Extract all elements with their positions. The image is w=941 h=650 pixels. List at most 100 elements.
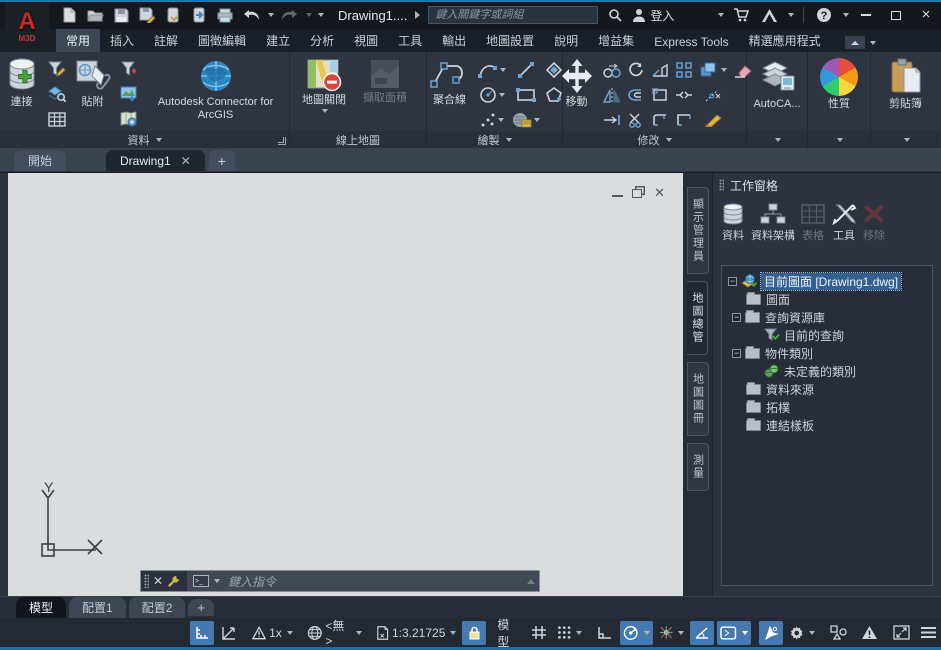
offset-tool[interactable] xyxy=(625,83,647,107)
snap-edit-tool[interactable] xyxy=(697,83,729,107)
ribbon-tab-tools[interactable]: 工具 xyxy=(388,29,432,52)
rectangle-tool[interactable] xyxy=(510,83,542,107)
filter-edit-icon[interactable] xyxy=(45,58,69,80)
object-snap-tracking-control[interactable] xyxy=(656,621,687,645)
save-button[interactable] xyxy=(110,5,132,25)
panel-label-draw[interactable]: 繪製 xyxy=(427,132,562,148)
customization-gear-control[interactable] xyxy=(786,621,818,645)
move-button[interactable]: 移動 xyxy=(555,56,599,111)
connect-button[interactable]: 連接 xyxy=(1,56,43,111)
minimize-button[interactable] xyxy=(851,3,881,27)
side-tab-map-book[interactable]: 地圖圖冊 xyxy=(687,362,709,436)
copy-tool[interactable] xyxy=(601,58,623,82)
open-from-web-mobile-button[interactable] xyxy=(188,5,210,25)
ribbon-minimize-dropdown-icon[interactable] xyxy=(870,41,876,45)
layout-space-toggle[interactable] xyxy=(217,621,241,645)
point-tool[interactable] xyxy=(476,108,508,132)
tree-item-object-classes[interactable]: − 物件類別 xyxy=(732,344,930,362)
line-tool[interactable] xyxy=(510,58,542,82)
tree-item-query-library[interactable]: − 查詢資源庫 xyxy=(732,308,930,326)
filter-style-icon[interactable] xyxy=(117,58,141,80)
join-tool[interactable] xyxy=(673,83,695,107)
query-zoom-icon[interactable] xyxy=(45,83,69,105)
sign-in-button[interactable]: 登入 xyxy=(632,7,674,24)
arcgis-connector-button[interactable]: Autodesk Connector for ArcGIS xyxy=(143,56,289,124)
ribbon-tab-analyze[interactable]: 分析 xyxy=(300,29,344,52)
panel-label-autocad[interactable] xyxy=(747,131,807,148)
image-insert-icon[interactable] xyxy=(117,83,141,105)
tree-item-current-query[interactable]: 目前的查詢 xyxy=(764,326,930,344)
ribbon-tab-view[interactable]: 視圖 xyxy=(344,29,388,52)
ortho-mode-toggle[interactable] xyxy=(593,621,617,645)
new-layout-button[interactable]: + xyxy=(188,599,214,616)
customize-wrench-icon[interactable] xyxy=(167,575,180,588)
mirror-tool[interactable] xyxy=(601,83,623,107)
panel-launcher-icon[interactable] xyxy=(278,137,286,145)
clipboard-button[interactable]: 剪貼簿 xyxy=(884,56,928,113)
ribbon-tab-addins[interactable]: 增益集 xyxy=(588,29,644,52)
model-paper-toggle[interactable]: 模型 xyxy=(494,621,524,645)
collapse-icon[interactable]: − xyxy=(732,349,741,358)
polyline-button[interactable]: 聚合線 xyxy=(426,56,474,109)
status-bar-menu-button[interactable] xyxy=(917,621,941,645)
annotation-scale-control[interactable]: 1x xyxy=(249,621,296,645)
fillet-tool-2[interactable] xyxy=(673,108,695,132)
fillet-tool-1[interactable] xyxy=(649,108,671,132)
open-file-button[interactable] xyxy=(84,5,106,25)
coordinate-system-control[interactable]: <無> xyxy=(304,621,365,645)
command-line-grip[interactable]: ✕ xyxy=(141,571,187,591)
selection-cycling-toggle[interactable] xyxy=(759,621,783,645)
viewport-close-icon[interactable]: ✕ xyxy=(654,185,665,201)
close-tab-icon[interactable]: ✕ xyxy=(181,154,191,168)
side-tab-map-explorer[interactable]: 地圖總管 xyxy=(687,281,708,355)
viewport-scale-control[interactable]: 1:3.21725 xyxy=(373,621,460,645)
copy-nested-tool[interactable] xyxy=(697,58,729,82)
polar-tracking-control[interactable] xyxy=(620,621,652,645)
app-store-cart-icon[interactable] xyxy=(730,5,752,25)
tree-item-link-templates[interactable]: 連結樣板 xyxy=(746,416,930,434)
search-icon[interactable] xyxy=(604,5,626,25)
new-drawing-tab-button[interactable]: + xyxy=(209,150,235,171)
ribbon-tab-create[interactable]: 建立 xyxy=(256,29,300,52)
help-dropdown-icon[interactable] xyxy=(843,13,849,17)
close-button[interactable]: × xyxy=(911,3,941,27)
viewport-restore-icon[interactable] xyxy=(632,189,642,198)
autocad-layers-button[interactable]: AutoCA... xyxy=(749,56,804,113)
ribbon-tab-express-tools[interactable]: Express Tools xyxy=(644,32,738,52)
drawing-canvas[interactable]: ✕ Y X ✕ xyxy=(8,173,683,596)
plot-button[interactable] xyxy=(214,5,236,25)
undo-button[interactable] xyxy=(240,5,262,25)
ribbon-tab-help[interactable]: 說明 xyxy=(544,29,588,52)
extend-tool[interactable] xyxy=(601,108,623,132)
help-icon[interactable]: ? xyxy=(813,5,835,25)
layout-tab-layout2[interactable]: 配置2 xyxy=(129,597,186,618)
map-import-icon[interactable] xyxy=(117,108,141,130)
rotate-tool[interactable] xyxy=(625,58,647,82)
ribbon-tab-output[interactable]: 輸出 xyxy=(432,29,476,52)
layout-tab-model[interactable]: 模型 xyxy=(16,597,66,618)
help-search-input[interactable] xyxy=(428,6,598,24)
object-snap-toggle[interactable] xyxy=(690,621,714,645)
panel-label-properties[interactable] xyxy=(808,131,870,148)
panel-label-clipboard[interactable] xyxy=(871,131,940,148)
collapse-icon[interactable]: − xyxy=(728,277,737,286)
tp-data-button[interactable]: 資料 xyxy=(721,203,745,243)
table-icon[interactable] xyxy=(45,108,69,130)
side-tab-display-manager[interactable]: 顯示管理員 xyxy=(687,187,709,274)
tree-item-current-drawing[interactable]: − 目前圖面 [Drawing1.dwg] xyxy=(728,272,930,290)
tp-schema-button[interactable]: 資料架構 xyxy=(751,203,795,243)
command-close-icon[interactable]: ✕ xyxy=(153,574,163,588)
maximize-button[interactable] xyxy=(881,3,911,27)
panel-label-online-map[interactable]: 線上地圖 xyxy=(290,131,426,148)
app-menu-button[interactable]: A M3D xyxy=(5,3,49,49)
model-space-toggle[interactable] xyxy=(190,621,214,645)
command-line[interactable]: ✕ >_ 鍵入指令 xyxy=(140,570,540,592)
viewport-minimize-icon[interactable] xyxy=(612,195,623,197)
tp-tools-button[interactable]: 工具 xyxy=(831,203,857,243)
stretch-tool[interactable] xyxy=(649,83,671,107)
side-tab-survey[interactable]: 測量 xyxy=(687,443,709,491)
arc-tool[interactable] xyxy=(476,58,508,82)
file-tab-start[interactable]: 開始 xyxy=(14,150,66,171)
hatch-tool[interactable] xyxy=(510,108,542,132)
collapse-icon[interactable]: − xyxy=(732,313,741,322)
